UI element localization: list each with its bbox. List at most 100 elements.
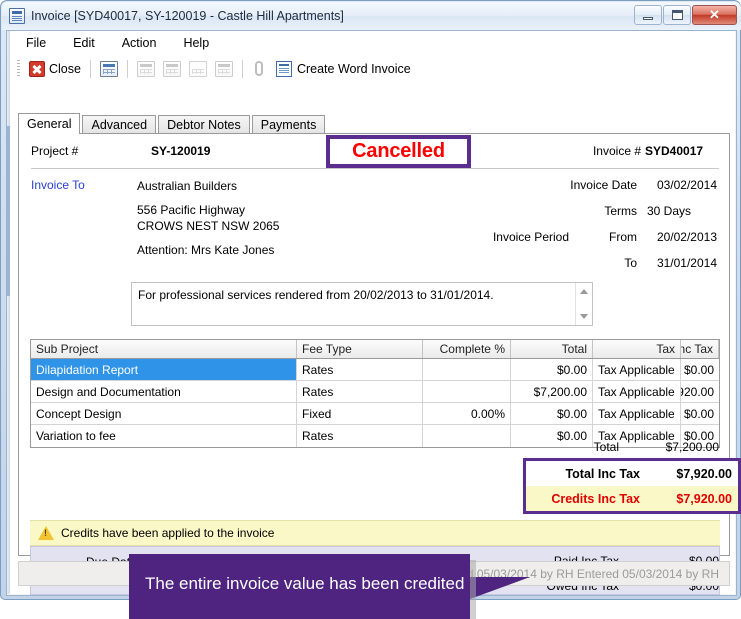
project-number-label: Project # [31,144,79,158]
table-row[interactable]: Concept Design Fixed 0.00% $0.00 Tax App… [31,403,719,425]
cell-sub-project: Variation to fee [31,425,297,447]
close-window-button[interactable]: ✕ [692,5,737,25]
general-tab-page: Project # SY-120019 Invoice # SYD40017 C… [18,133,741,619]
menu-item-help[interactable]: Help [183,36,209,50]
col-header-sub-project[interactable]: Sub Project [31,340,297,358]
sub-project-grid: Sub Project Fee Type Complete % Total Ta… [30,339,720,448]
description-scrollbar[interactable] [575,283,592,325]
edit-note-icon [188,61,207,77]
period-to-label: To [624,256,637,270]
table-row[interactable]: Design and Documentation Rates $7,200.00… [31,381,719,403]
cell-sub-project: Dilapidation Report [31,359,297,380]
cell-sub-project: Design and Documentation [31,381,297,402]
export-button[interactable] [211,57,237,81]
col-header-tax[interactable]: Tax [593,340,681,358]
close-button-label: Close [49,62,81,76]
project-number-value: SY-120019 [151,144,211,158]
callout-pointer [470,577,530,599]
credits-inc-tax-label: Credits Inc Tax [551,491,640,506]
terms-value: 30 Days [646,204,692,218]
toolbar: Close Create Word Invoice [10,55,735,83]
toolbar-separator [89,60,91,78]
invoice-date-label: Invoice Date [570,178,637,192]
header-divider [31,168,719,169]
col-header-total[interactable]: Total [511,340,593,358]
window-title: Invoice [SYD40017, SY-120019 - Castle Hi… [31,9,344,23]
terms-label: Terms [604,204,637,218]
tab-general[interactable]: General [18,113,81,134]
cell-fee-type: Rates [297,425,423,447]
cell-fee-type: Rates [297,359,423,380]
cell-tax: Tax Applicable [593,381,681,402]
status-badge-cancelled: Cancelled [326,135,471,168]
col-header-fee-type[interactable]: Fee Type [297,340,423,358]
description-textarea[interactable]: For professional services rendered from … [131,282,593,326]
create-word-invoice-label: Create Word Invoice [296,62,411,76]
tab-advanced[interactable]: Advanced [82,115,157,134]
warning-text: Credits have been applied to the invoice [61,526,275,540]
cell-sub-project: Concept Design [31,403,297,424]
maximize-icon [664,6,690,24]
window-buttons: ✕ [634,5,737,25]
maximize-button[interactable] [663,5,691,25]
col-header-total-inc-tax[interactable]: Total Inc Tax [681,340,719,358]
cell-total-inc-tax: $0.00 [683,362,714,377]
invoice-window-icon [9,8,25,24]
address-suburb: CROWS NEST NSW 2065 [137,219,280,233]
warning-triangle-icon [38,526,54,540]
word-document-icon [275,61,292,77]
invoice-detail-icon [136,61,155,77]
grid-header-row: Sub Project Fee Type Complete % Total Ta… [31,340,719,359]
title-bar: Invoice [SYD40017, SY-120019 - Castle Hi… [2,2,741,30]
period-to-value: 31/01/2014 [656,256,717,270]
export-icon [214,61,233,77]
grid-view-button[interactable] [96,57,122,81]
toolbar-grip[interactable] [17,60,20,78]
invoice-to-address: Australian Builders 556 Pacific Highway … [137,178,279,258]
client-area: File Edit Action Help Close Create Word … [6,30,741,619]
invoice-list-icon [162,61,181,77]
close-button[interactable]: Close [25,57,85,81]
edit-note-button[interactable] [185,57,211,81]
credits-inc-tax-row: Credits Inc Tax $7,920.00 [526,486,738,511]
tab-debtor-notes[interactable]: Debtor Notes [158,115,250,134]
annotation-callout: The entire invoice value has been credit… [129,554,470,619]
minimize-icon [635,6,661,24]
menu-item-file[interactable]: File [26,36,46,50]
invoice-to-label[interactable]: Invoice To [31,178,85,192]
cell-fee-type: Fixed [297,403,423,424]
close-x-icon [29,61,45,77]
col-header-complete[interactable]: Complete % [423,340,511,358]
scroll-up-icon[interactable] [580,289,588,294]
cell-complete [423,359,511,380]
close-icon: ✕ [709,7,720,22]
invoice-detail-button[interactable] [133,57,159,81]
attachment-button[interactable] [248,57,272,81]
invoice-list-button[interactable] [159,57,185,81]
menu-item-action[interactable]: Action [122,36,157,50]
grid-view-icon [99,61,118,77]
total-inc-tax-value: $7,920.00 [676,466,732,481]
cell-complete [423,381,511,402]
period-from-label: From [609,230,637,244]
description-text: For professional services rendered from … [138,288,494,302]
cell-total-inc-tax: $0.00 [683,406,714,421]
callout-text: The entire invoice value has been credit… [145,574,465,593]
cell-total: $7,200.00 [511,381,593,402]
tab-strip: General Advanced Debtor Notes Payments [18,113,327,134]
create-word-invoice-button[interactable]: Create Word Invoice [272,57,415,81]
address-street: 556 Pacific Highway [137,203,246,217]
invoice-number-value: SYD40017 [645,144,704,158]
minimize-button[interactable] [634,5,662,25]
credits-inc-tax-value: $7,920.00 [676,491,732,506]
invoice-date-value: 03/02/2014 [656,178,717,192]
address-company: Australian Builders [137,179,238,193]
period-from-value: 20/02/2013 [656,230,717,244]
cell-complete: 0.00% [423,403,511,424]
cell-total-inc-tax: $7,920.00 [681,384,714,399]
tab-payments[interactable]: Payments [251,115,326,134]
table-row[interactable]: Dilapidation Report Rates $0.00 Tax Appl… [31,359,719,381]
total-inc-tax-row: Total Inc Tax $7,920.00 [526,461,738,486]
menu-item-edit[interactable]: Edit [73,36,95,50]
scroll-down-icon[interactable] [580,314,588,319]
